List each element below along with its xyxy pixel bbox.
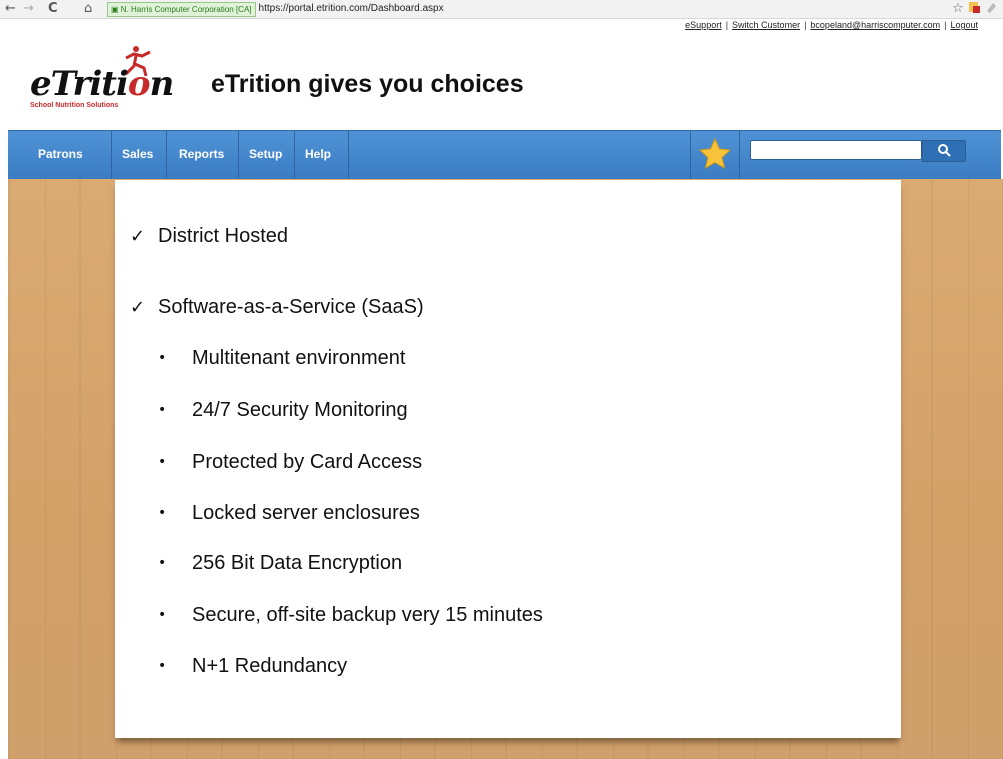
logo-tagline: School Nutrition Solutions (30, 102, 119, 109)
esupport-link[interactable]: eSupport (685, 20, 722, 30)
search-icon (938, 144, 951, 157)
check-icon: ✓ (130, 226, 146, 247)
search-input[interactable] (750, 140, 922, 160)
account-links: eSupport | Switch Customer | bcopeland@harri… (685, 20, 978, 30)
content-panel: ✓ District Hosted ✓ Software-as-a-Service … (115, 180, 901, 738)
sub-list-item: • Locked server enclosures (158, 502, 420, 524)
nav-patrons[interactable]: Patrons (38, 131, 83, 179)
browser-toolbar: ← → C ⌂ ▣ N. Harris Computer Corporation… (0, 0, 1003, 19)
bullet-icon: • (158, 350, 167, 366)
nav-reports[interactable]: Reports (179, 131, 224, 179)
sub-list-item: • 24/7 Security Monitoring (158, 399, 408, 421)
extension-icon[interactable] (968, 0, 982, 18)
address-bar[interactable]: ▣ N. Harris Computer Corporation [CA] ht… (107, 1, 1003, 17)
main-nav: Patrons Sales Reports Setup Help (8, 130, 1001, 180)
bullet-icon: • (158, 658, 167, 674)
sub-list-item: • Protected by Card Access (158, 451, 423, 473)
check-icon: ✓ (130, 297, 146, 318)
bookmark-star-icon[interactable]: ☆ (952, 0, 964, 18)
reload-button[interactable]: C (48, 0, 58, 18)
bullet-icon: • (158, 607, 167, 623)
logout-link[interactable]: Logout (950, 20, 978, 30)
logo-wordmark: eTrition (30, 64, 174, 104)
forward-button[interactable]: → (23, 0, 34, 18)
back-button[interactable]: ← (5, 0, 16, 18)
bullet-icon: • (158, 402, 167, 418)
list-item: ✓ Software-as-a-Service (SaaS) (130, 296, 424, 318)
menu-icon[interactable] (985, 0, 999, 18)
list-item: ✓ District Hosted (130, 225, 289, 247)
nav-setup[interactable]: Setup (249, 131, 282, 179)
user-email-link[interactable]: bcopeland@harriscomputer.com (810, 20, 940, 30)
favorites-star-button[interactable] (690, 131, 740, 179)
sub-list-item: • Secure, off-site backup very 15 minutes (158, 604, 543, 626)
sub-list-item: • Multitenant environment (158, 347, 406, 369)
home-button[interactable]: ⌂ (84, 0, 92, 18)
bullet-icon: • (158, 555, 167, 571)
nav-help[interactable]: Help (305, 131, 331, 179)
nav-sales[interactable]: Sales (122, 131, 153, 179)
star-icon (698, 137, 732, 170)
lock-icon: ▣ (111, 5, 119, 14)
url-text: https://portal.etrition.com/Dashboard.as… (258, 3, 444, 14)
security-label: N. Harris Computer Corporation [CA] (120, 5, 252, 14)
sub-list-item: • 256 Bit Data Encryption (158, 552, 403, 574)
security-badge: ▣ N. Harris Computer Corporation [CA] (107, 2, 256, 17)
bullet-icon: • (158, 454, 167, 470)
sub-list-item: • N+1 Redundancy (158, 655, 348, 677)
bullet-icon: • (158, 505, 167, 521)
browser-window: ← → C ⌂ ▣ N. Harris Computer Corporation… (0, 0, 1003, 759)
search-button[interactable] (922, 140, 966, 162)
page-title: eTrition gives you choices (211, 70, 524, 98)
etrition-logo[interactable]: eTrition School Nutrition Solutions (28, 44, 174, 114)
switch-customer-link[interactable]: Switch Customer (732, 20, 800, 30)
